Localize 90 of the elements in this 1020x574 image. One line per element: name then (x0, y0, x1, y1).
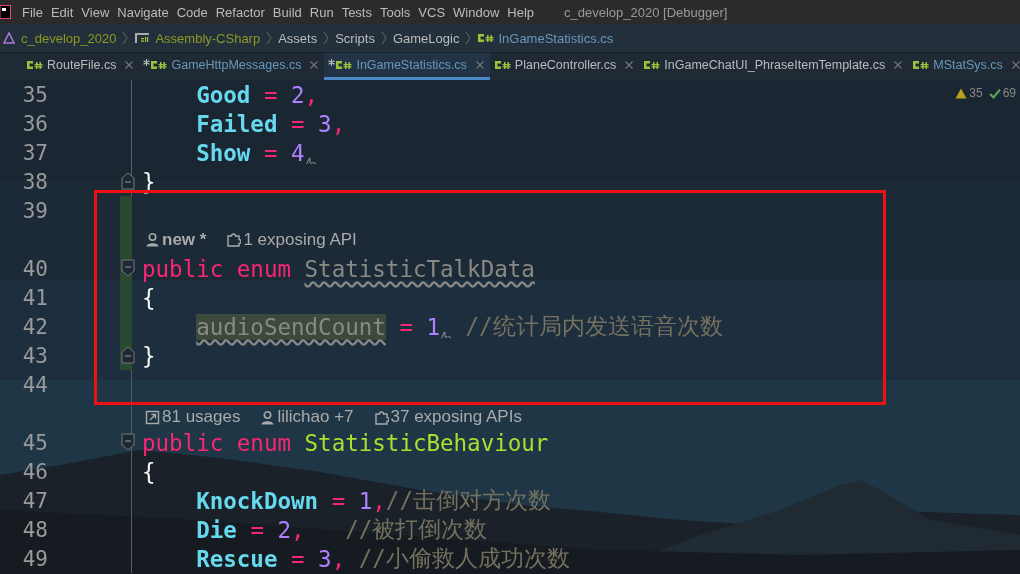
editor-tab[interactable]: MStatSys.cs (908, 53, 1020, 80)
menu-item[interactable]: Run (305, 4, 338, 20)
editor-tab[interactable]: RouteFile.cs (22, 53, 140, 80)
csharp-file-icon (477, 32, 496, 44)
triangle-icon (0, 32, 18, 44)
fold-icon[interactable] (121, 259, 135, 277)
close-icon[interactable] (625, 61, 634, 69)
fold-icon[interactable] (121, 346, 135, 364)
code-vision-hint[interactable]: 37 exposing APIs (390, 407, 522, 427)
editor-tab[interactable]: GameHttpMessages.cs (139, 53, 325, 80)
line-number: 36 (21, 111, 48, 136)
line-number: 40 (21, 256, 48, 281)
line-number: 41 (21, 285, 48, 310)
csharp-file-icon (643, 59, 662, 71)
line-number: 38 (21, 169, 48, 194)
code-vision-hint[interactable]: 1 exposing API (243, 229, 357, 250)
chevron-icon (464, 31, 473, 45)
menu-item[interactable]: Code (172, 4, 212, 20)
menu-item[interactable]: Tests (337, 4, 376, 20)
csharp-file-icon (493, 59, 512, 71)
warning-count: 35 (969, 86, 983, 100)
menu-item[interactable]: Tools (375, 4, 415, 20)
menu-item[interactable]: Edit (46, 4, 78, 20)
code-comment: //统计局内发送语音次数 (464, 312, 723, 341)
code-vision-hint[interactable]: 81 usages (162, 407, 241, 427)
menu-item[interactable]: File (18, 4, 47, 20)
editor-tab[interactable]: InGameStatistics.cs (324, 53, 490, 80)
menu-item[interactable]: Window (449, 4, 504, 20)
code-line: Show = 4 (195, 139, 305, 166)
chevron-icon (322, 31, 331, 45)
close-icon[interactable] (1011, 61, 1020, 69)
app-logo-icon (0, 5, 11, 19)
line-number: 48 (21, 517, 48, 542)
check-icon (988, 87, 1001, 99)
line-number: 43 (21, 343, 48, 368)
code-line: Die = 2, (195, 516, 306, 543)
menu-item[interactable]: Help (503, 4, 539, 20)
code-line: Rescue = 3, (195, 545, 346, 572)
close-icon[interactable] (310, 61, 319, 69)
code-line: public enum StatisticBehaviour (142, 429, 549, 456)
line-number: 42 (21, 314, 48, 339)
breadcrumb-item[interactable]: InGameStatistics.cs (498, 30, 614, 46)
line-number: 37 (21, 140, 48, 165)
line-number: 46 (21, 459, 48, 484)
breadcrumb-item[interactable]: Assets (278, 30, 318, 46)
fold-icon[interactable] (121, 433, 135, 451)
fold-icon[interactable] (121, 172, 135, 190)
code-line: Failed = 3, (195, 110, 346, 137)
csharp-file-icon (912, 59, 931, 71)
line-number: 49 (21, 546, 48, 571)
close-icon[interactable] (894, 61, 903, 69)
menu-item[interactable]: View (77, 4, 114, 20)
line-number: 39 (21, 198, 48, 223)
passed-count: 69 (1002, 86, 1016, 100)
code-vision-hint[interactable]: lilichao +7 (277, 407, 354, 427)
breadcrumb-item[interactable]: c_develop_2020 (21, 30, 117, 46)
menu-item[interactable]: Refactor (211, 4, 269, 20)
code-line: { (142, 284, 156, 311)
csharp-file-icon (26, 59, 44, 71)
line-number: 44 (21, 372, 48, 397)
line-number: 45 (21, 430, 48, 455)
code-comment: //小偷救人成功次数 (357, 544, 570, 573)
csharp-file-icon (335, 59, 354, 71)
breadcrumb-item[interactable]: Assembly-CSharp (155, 30, 261, 46)
code-line: KnockDown = 1, (195, 487, 386, 514)
code-line: audioSendCount = 1 (195, 313, 441, 340)
csharp-file-icon (150, 59, 169, 71)
code-line: public enum StatisticTalkData (142, 255, 535, 282)
line-number: 47 (21, 488, 48, 513)
chevron-icon (265, 31, 274, 45)
warning-icon (955, 87, 968, 99)
code-vision-hint[interactable]: new * (162, 229, 207, 250)
code-line: } (142, 342, 156, 369)
line-number: 35 (21, 82, 48, 107)
close-icon[interactable] (125, 61, 134, 69)
chevron-icon (379, 31, 388, 45)
menu-item[interactable]: Navigate (113, 4, 173, 20)
chevron-icon (121, 31, 130, 45)
menu-item[interactable]: VCS (414, 4, 450, 20)
close-icon[interactable] (475, 61, 484, 69)
editor-tab[interactable]: PlaneController.cs (489, 53, 640, 80)
editor-tab[interactable]: InGameChatUI_PhraseItemTemplate.cs (639, 53, 909, 80)
window-title: c_develop_2020 [Debugger] (564, 4, 728, 20)
code-line: Good = 2, (195, 81, 319, 108)
menu-item[interactable]: Build (268, 4, 306, 20)
breadcrumb-item[interactable]: GameLogic (392, 30, 460, 46)
code-comment: //击倒对方次数 (385, 486, 551, 515)
code-line: { (142, 458, 156, 485)
breadcrumb-item[interactable]: Scripts (335, 30, 375, 46)
code-comment: //被打倒次数 (344, 515, 488, 544)
